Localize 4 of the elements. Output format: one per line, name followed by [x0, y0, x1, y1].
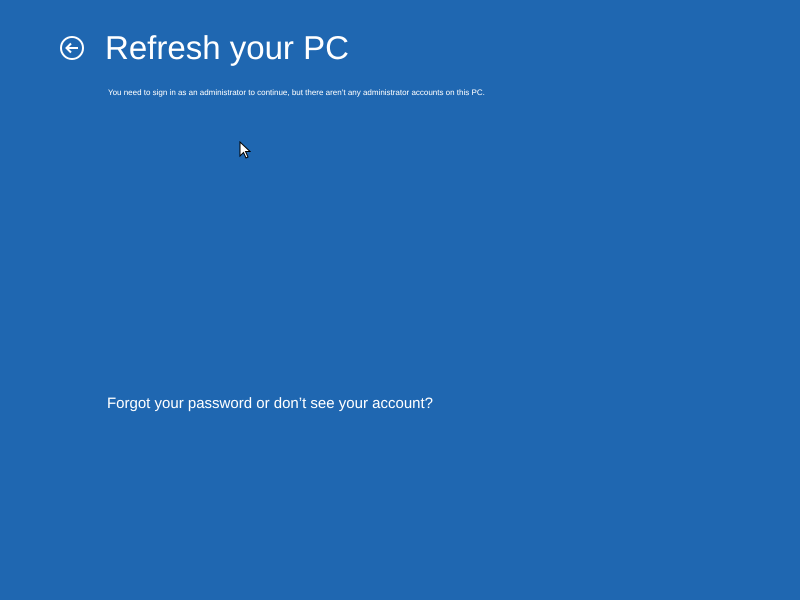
mouse-pointer-icon	[239, 141, 251, 159]
forgot-password-link[interactable]: Forgot your password or don’t see your account?	[107, 395, 434, 413]
message-text: You need to sign in as an administrator to continue, but there aren’t any administrator accounts on this PC.	[108, 88, 486, 98]
page-title: Refresh your PC	[105, 28, 349, 68]
